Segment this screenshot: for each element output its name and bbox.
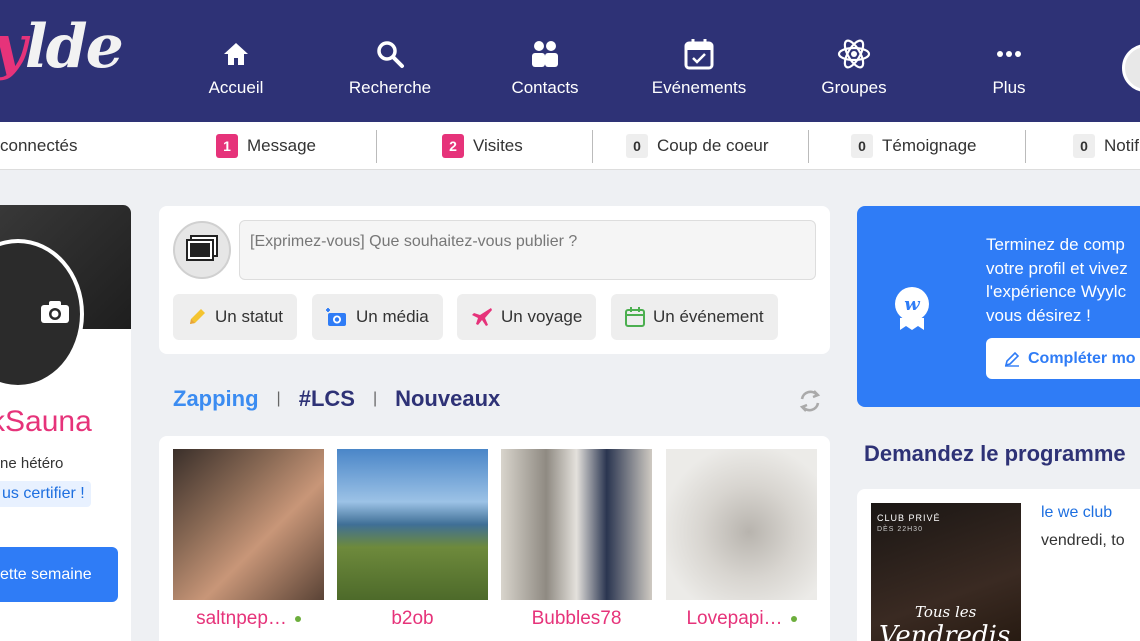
more-icon xyxy=(944,36,1074,72)
nav-groups-label: Groupes xyxy=(821,78,887,97)
member-name[interactable]: b2ob xyxy=(391,608,433,629)
member-photo[interactable] xyxy=(173,449,324,600)
testimony-count-badge: 0 xyxy=(851,134,873,158)
member-photo[interactable] xyxy=(501,449,652,600)
calendar-icon xyxy=(634,36,764,72)
member-photo[interactable] xyxy=(666,449,817,600)
nav-search[interactable]: Recherche xyxy=(325,36,455,98)
tab-separator: | xyxy=(276,390,281,407)
crush-stat[interactable]: 0 Coup de coeur xyxy=(626,122,769,170)
search-icon xyxy=(325,36,455,72)
visits-count-badge: 2 xyxy=(442,134,464,158)
event-club-name[interactable]: le we club xyxy=(1041,504,1112,522)
nav-home[interactable]: Accueil xyxy=(171,36,301,98)
media-button[interactable]: Un média xyxy=(312,294,443,340)
profile-type: ne hétéro xyxy=(0,455,64,472)
profile-card: kSauna ne hétéro us certifier ! ette sem… xyxy=(0,205,131,641)
profile-card-item[interactable]: b2ob xyxy=(337,449,488,641)
tab-separator: | xyxy=(372,390,378,407)
feed-tabs: Zapping | #LCS | Nouveaux xyxy=(173,386,500,412)
promo-text: Terminez de comp votre profil et vivez l… xyxy=(986,235,1128,325)
calendar-event-icon xyxy=(625,307,645,327)
post-composer: [Exprimez-vous] Que souhaitez-vous publi… xyxy=(159,206,830,354)
profile-username[interactable]: kSauna xyxy=(0,405,92,439)
testimony-label: Témoignage xyxy=(882,136,977,155)
nav-groups[interactable]: Groupes xyxy=(789,36,919,98)
airplane-icon xyxy=(471,307,493,327)
certify-link[interactable]: us certifier ! xyxy=(0,481,91,507)
zapping-grid: saltnpep… b2ob Bubbles78 Lovepapi… xyxy=(159,436,830,641)
user-avatar[interactable] xyxy=(1122,44,1140,92)
nav-more[interactable]: Plus xyxy=(944,36,1074,98)
edit-icon xyxy=(1004,351,1020,367)
trip-button[interactable]: Un voyage xyxy=(457,294,597,340)
member-name[interactable]: Bubbles78 xyxy=(532,608,622,629)
online-indicator xyxy=(790,615,797,622)
crush-count-badge: 0 xyxy=(626,134,648,158)
atom-icon xyxy=(789,36,919,72)
site-logo[interactable]: ylde xyxy=(0,12,124,82)
profile-card-item[interactable]: Lovepapi… xyxy=(666,449,817,641)
crush-label: Coup de coeur xyxy=(657,136,769,155)
member-photo[interactable] xyxy=(337,449,488,600)
camera-icon[interactable] xyxy=(40,300,70,329)
camera-add-icon xyxy=(326,307,348,327)
home-icon xyxy=(171,36,301,72)
pencil-icon xyxy=(187,307,207,327)
nav-more-label: Plus xyxy=(992,78,1026,97)
notif-stat[interactable]: 0 Notif xyxy=(1073,122,1139,170)
nav-contacts-label: Contacts xyxy=(511,78,579,97)
divider xyxy=(808,130,809,163)
divider xyxy=(1025,130,1026,163)
member-name[interactable]: saltnpep… xyxy=(196,608,287,629)
event-date: vendredi, to xyxy=(1041,532,1125,549)
status-button[interactable]: Un statut xyxy=(173,294,298,340)
event-card[interactable]: CLUB PRIVÉ DÈS 22H30 Tous les Vendredis l… xyxy=(857,489,1140,641)
tab-nouveaux[interactable]: Nouveaux xyxy=(395,386,500,412)
online-indicator xyxy=(294,615,301,622)
photos-icon xyxy=(185,234,219,267)
event-button[interactable]: Un événement xyxy=(611,294,778,340)
profile-card-item[interactable]: Bubbles78 xyxy=(501,449,652,641)
divider xyxy=(376,130,377,163)
svg-text:w: w xyxy=(904,294,921,315)
testimony-stat[interactable]: 0 Témoignage xyxy=(851,122,977,170)
nav-home-label: Accueil xyxy=(208,78,264,97)
messages-count-badge: 1 xyxy=(216,134,238,158)
messages-stat[interactable]: 1 Message xyxy=(216,122,316,170)
notif-count-badge: 0 xyxy=(1073,134,1095,158)
programme-title: Demandez le programme xyxy=(864,441,1126,466)
event-poster[interactable]: CLUB PRIVÉ DÈS 22H30 Tous les Vendredis xyxy=(871,503,1021,641)
wyylde-badge-icon: w xyxy=(892,286,932,337)
this-week-button[interactable]: ette semaine xyxy=(0,547,118,602)
complete-profile-button[interactable]: Compléter mo xyxy=(986,338,1140,379)
connected-stat[interactable]: connectés xyxy=(0,122,78,170)
post-input[interactable]: [Exprimez-vous] Que souhaitez-vous publi… xyxy=(239,220,816,280)
contacts-icon xyxy=(480,36,610,72)
nav-events-label: Evénements xyxy=(651,78,747,97)
top-navbar: ylde Accueil Recherche Contacts Evénemen… xyxy=(0,0,1140,122)
nav-contacts[interactable]: Contacts xyxy=(480,36,610,98)
composer-avatar xyxy=(173,221,231,279)
refresh-icon[interactable] xyxy=(797,388,823,419)
divider xyxy=(592,130,593,163)
tab-lcs[interactable]: #LCS xyxy=(299,386,355,412)
profile-card-item[interactable]: saltnpep… xyxy=(173,449,324,641)
visits-stat[interactable]: 2 Visites xyxy=(442,122,523,170)
nav-search-label: Recherche xyxy=(348,78,432,97)
stats-bar: connectés 1 Message 2 Visites 0 Coup de … xyxy=(0,122,1140,170)
complete-profile-promo: w Terminez de comp votre profil et vivez… xyxy=(857,206,1140,407)
notif-label: Notif xyxy=(1104,136,1139,155)
tab-zapping[interactable]: Zapping xyxy=(173,386,259,412)
messages-label: Message xyxy=(247,136,316,155)
member-name[interactable]: Lovepapi… xyxy=(686,608,782,629)
nav-events[interactable]: Evénements xyxy=(634,36,764,98)
visits-label: Visites xyxy=(473,136,523,155)
